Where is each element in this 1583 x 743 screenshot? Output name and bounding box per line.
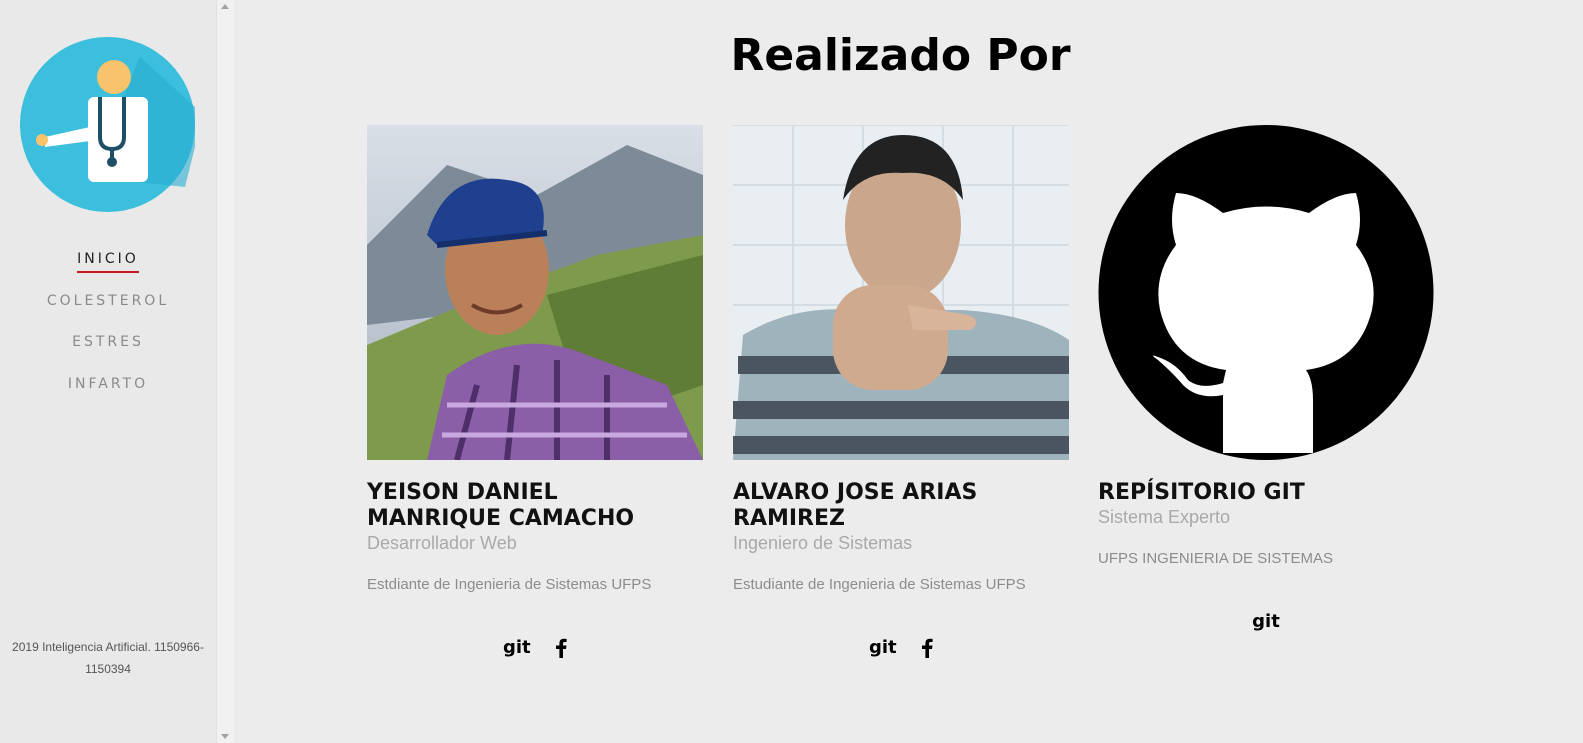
page-title: Realizado Por	[730, 30, 1071, 81]
git-link[interactable]: git	[503, 637, 531, 658]
sidebar: INICIO COLESTEROL ESTRES INFARTO 2019 In…	[0, 0, 216, 743]
nav-item-inicio[interactable]: INICIO	[0, 248, 216, 290]
main-nav: INICIO COLESTEROL ESTRES INFARTO	[0, 248, 216, 414]
member-name-line: YEISON DANIEL	[367, 480, 558, 505]
footer-line: 2019 Inteligencia Artificial. 1150966-	[12, 640, 204, 654]
member-description: Estdiante de Ingenieria de Sistemas UFPS	[367, 576, 652, 593]
repository-title: REPÍSITORIO GIT	[1098, 480, 1434, 506]
member-role: Desarrollador Web	[367, 533, 517, 553]
team-card: REPÍSITORIO GIT Sistema Experto UFPS ING…	[1098, 125, 1434, 632]
repository-description: UFPS INGENIERIA DE SISTEMAS	[1098, 550, 1334, 567]
nav-item-label: INICIO	[77, 248, 139, 273]
footer-line: 1150394	[85, 662, 131, 676]
footer-text: 2019 Inteligencia Artificial. 1150966- 1…	[6, 636, 210, 680]
repository-title-line: REPÍSITORIO GIT	[1098, 480, 1305, 505]
repository-subtitle: Sistema Experto	[1098, 507, 1231, 527]
nav-item-label: ESTRES	[72, 334, 144, 350]
nav-item-estres[interactable]: ESTRES	[0, 331, 216, 373]
member-name-line: RAMIREZ	[733, 506, 845, 531]
scroll-down-arrow-icon[interactable]	[221, 734, 229, 739]
scroll-up-arrow-icon[interactable]	[221, 4, 229, 9]
nav-item-label: COLESTEROL	[46, 292, 170, 309]
profile-photo-alvaro	[733, 125, 1069, 460]
social-links: git	[733, 637, 1069, 658]
team-card: YEISON DANIEL MANRIQUE CAMACHO Desarroll…	[367, 125, 703, 658]
member-name: YEISON DANIEL MANRIQUE CAMACHO	[367, 480, 703, 532]
sidebar-scrollbar[interactable]	[216, 0, 234, 743]
social-links: git	[1098, 611, 1434, 632]
facebook-icon[interactable]	[555, 637, 567, 658]
team-card: ALVARO JOSE ARIAS RAMIREZ Ingeniero de S…	[733, 125, 1069, 658]
nav-item-infarto[interactable]: INFARTO	[0, 373, 216, 415]
profile-photo-yeison	[367, 125, 703, 460]
github-logo-icon	[1098, 125, 1434, 460]
facebook-icon[interactable]	[921, 637, 933, 658]
git-link[interactable]: git	[869, 637, 897, 658]
member-description: Estudiante de Ingenieria de Sistemas UFP…	[733, 576, 1026, 593]
nav-item-colesterol[interactable]: COLESTEROL	[0, 290, 216, 332]
git-link[interactable]: git	[1252, 611, 1280, 632]
member-name: ALVARO JOSE ARIAS RAMIREZ	[733, 480, 1069, 532]
member-name-line: MANRIQUE CAMACHO	[367, 506, 635, 531]
member-role: Ingeniero de Sistemas	[733, 533, 913, 553]
member-name-line: ALVARO JOSE ARIAS	[733, 480, 978, 505]
social-links: git	[367, 637, 703, 658]
nav-item-label: INFARTO	[67, 375, 149, 392]
doctor-logo-icon[interactable]	[20, 37, 195, 212]
